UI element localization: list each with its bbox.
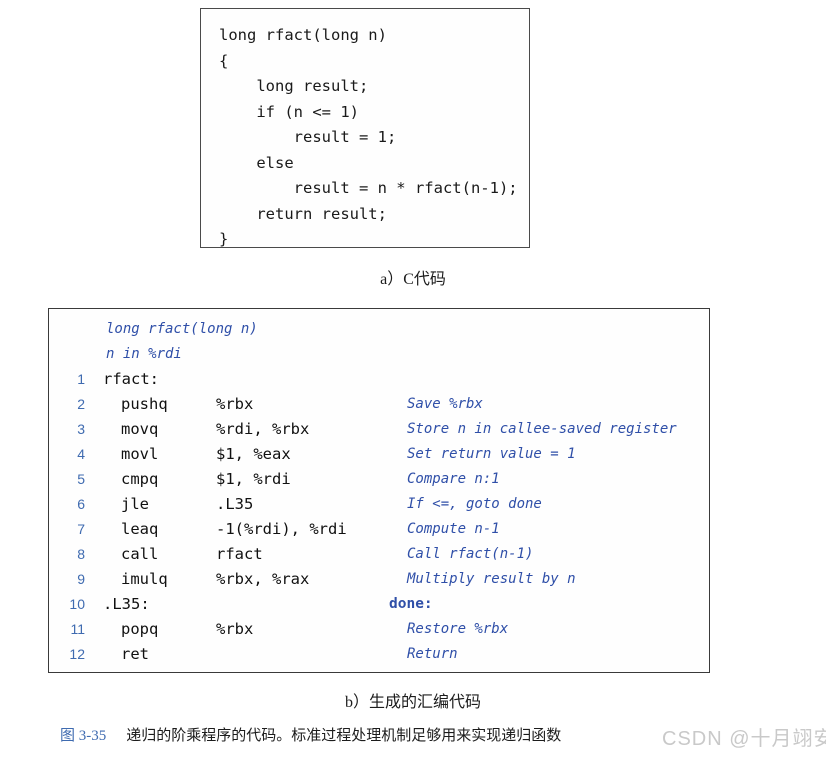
assembly-label: .L35: <box>103 595 150 613</box>
c-code-line: return result; <box>219 204 387 223</box>
panel-a-caption: a）C代码 <box>380 271 446 288</box>
assembly-line-number: 6 <box>77 496 85 512</box>
assembly-row: 6 jle .L35 If <=, goto done <box>49 492 709 517</box>
c-code-line: else <box>219 153 294 172</box>
assembly-row: 1 rfact: <box>49 367 709 392</box>
panel-b-caption: b）生成的汇编代码 <box>344 694 481 711</box>
assembly-line-number: 1 <box>77 371 85 387</box>
assembly-line-number: 9 <box>77 571 85 587</box>
assembly-row: 12 ret Return <box>49 642 709 667</box>
assembly-comment: Set return value = 1 <box>407 446 576 462</box>
assembly-opcode: popq <box>121 620 159 638</box>
c-code-line: long rfact(long n) <box>219 26 387 44</box>
assembly-comment: Restore %rbx <box>407 621 509 637</box>
assembly-operands: rfact <box>216 545 263 563</box>
c-code-panel: long rfact(long n) { long result; if (n <… <box>200 8 530 248</box>
assembly-comment-label: done: <box>389 596 433 612</box>
csdn-watermark: CSDN @十月翊安 <box>662 728 826 750</box>
assembly-line-number: 4 <box>77 446 85 462</box>
assembly-opcode: jle <box>121 495 149 513</box>
assembly-row: 11 popq %rbx Restore %rbx <box>49 617 709 642</box>
assembly-header-line: n in %rdi <box>49 342 709 367</box>
assembly-comment: Call rfact(n-1) <box>407 546 534 562</box>
assembly-line-number: 2 <box>77 396 85 412</box>
assembly-header-text: n in %rdi <box>106 346 182 362</box>
assembly-line-number: 10 <box>69 596 85 612</box>
assembly-row: 10 .L35: done: <box>49 592 709 617</box>
assembly-row: 5 cmpq $1, %rdi Compare n:1 <box>49 467 709 492</box>
assembly-opcode: pushq <box>121 395 168 413</box>
assembly-operands: %rdi, %rbx <box>216 420 310 438</box>
c-code-line: if (n <= 1) <box>219 102 359 121</box>
assembly-row: 2 pushq %rbx Save %rbx <box>49 392 709 417</box>
assembly-comment: Multiply result by n <box>407 571 576 587</box>
assembly-operands: %rbx, %rax <box>216 570 310 588</box>
assembly-operands: %rbx <box>216 620 254 638</box>
assembly-comment: Store n in callee-saved register <box>407 421 677 437</box>
assembly-opcode: imulq <box>121 570 168 588</box>
assembly-line-number: 7 <box>77 521 85 537</box>
assembly-opcode: movl <box>121 445 159 463</box>
assembly-opcode: movq <box>121 420 159 438</box>
assembly-row: 8 call rfact Call rfact(n-1) <box>49 542 709 567</box>
assembly-line-number: 12 <box>69 646 85 662</box>
assembly-row: 9 imulq %rbx, %rax Multiply result by n <box>49 567 709 592</box>
assembly-label: rfact: <box>103 370 159 388</box>
c-code-line: { <box>219 51 229 70</box>
assembly-comment: If <=, goto done <box>407 496 542 512</box>
figure-caption-text: 递归的阶乘程序的代码。标准过程处理机制足够用来实现递归函数 <box>126 728 562 744</box>
c-code-line: result = n * rfact(n-1); <box>219 179 518 197</box>
assembly-header-line: long rfact(long n) <box>49 317 709 342</box>
assembly-line-number: 3 <box>77 421 85 437</box>
assembly-row: 3 movq %rdi, %rbx Store n in callee-saved r… <box>49 417 709 442</box>
assembly-line-number: 5 <box>77 471 85 487</box>
c-code-line: long result; <box>219 77 369 95</box>
figure-number: 图 3-35 <box>60 728 107 744</box>
assembly-header-text: long rfact(long n) <box>106 321 258 337</box>
c-code-line: } <box>219 230 229 248</box>
assembly-opcode: leaq <box>121 520 159 538</box>
assembly-comment: Compute n-1 <box>407 521 500 537</box>
assembly-operands: %rbx <box>216 395 254 413</box>
assembly-row: 4 movl $1, %eax Set return value = 1 <box>49 442 709 467</box>
assembly-opcode: cmpq <box>121 470 159 488</box>
assembly-comment: Return <box>407 646 458 662</box>
assembly-line-number: 8 <box>77 546 85 562</box>
assembly-operands: .L35 <box>216 495 254 513</box>
assembly-operands: -1(%rdi), %rdi <box>216 520 347 538</box>
assembly-panel: long rfact(long n) n in %rdi 1 rfact: 2 pushq… <box>48 308 710 673</box>
assembly-opcode: call <box>121 545 159 563</box>
assembly-line-number: 11 <box>70 621 85 637</box>
assembly-row: 7 leaq -1(%rdi), %rdi Compute n-1 <box>49 517 709 542</box>
assembly-operands: $1, %eax <box>216 445 291 463</box>
c-code-line: result = 1; <box>219 128 397 146</box>
assembly-listing: long rfact(long n) n in %rdi 1 rfact: 2 pushq… <box>49 317 709 667</box>
assembly-opcode: ret <box>121 645 149 663</box>
c-code-block: long rfact(long n) { long result; if (n <… <box>219 23 518 253</box>
assembly-operands: $1, %rdi <box>216 470 291 488</box>
assembly-comment: Save %rbx <box>407 396 483 412</box>
assembly-comment: Compare n:1 <box>407 471 500 487</box>
